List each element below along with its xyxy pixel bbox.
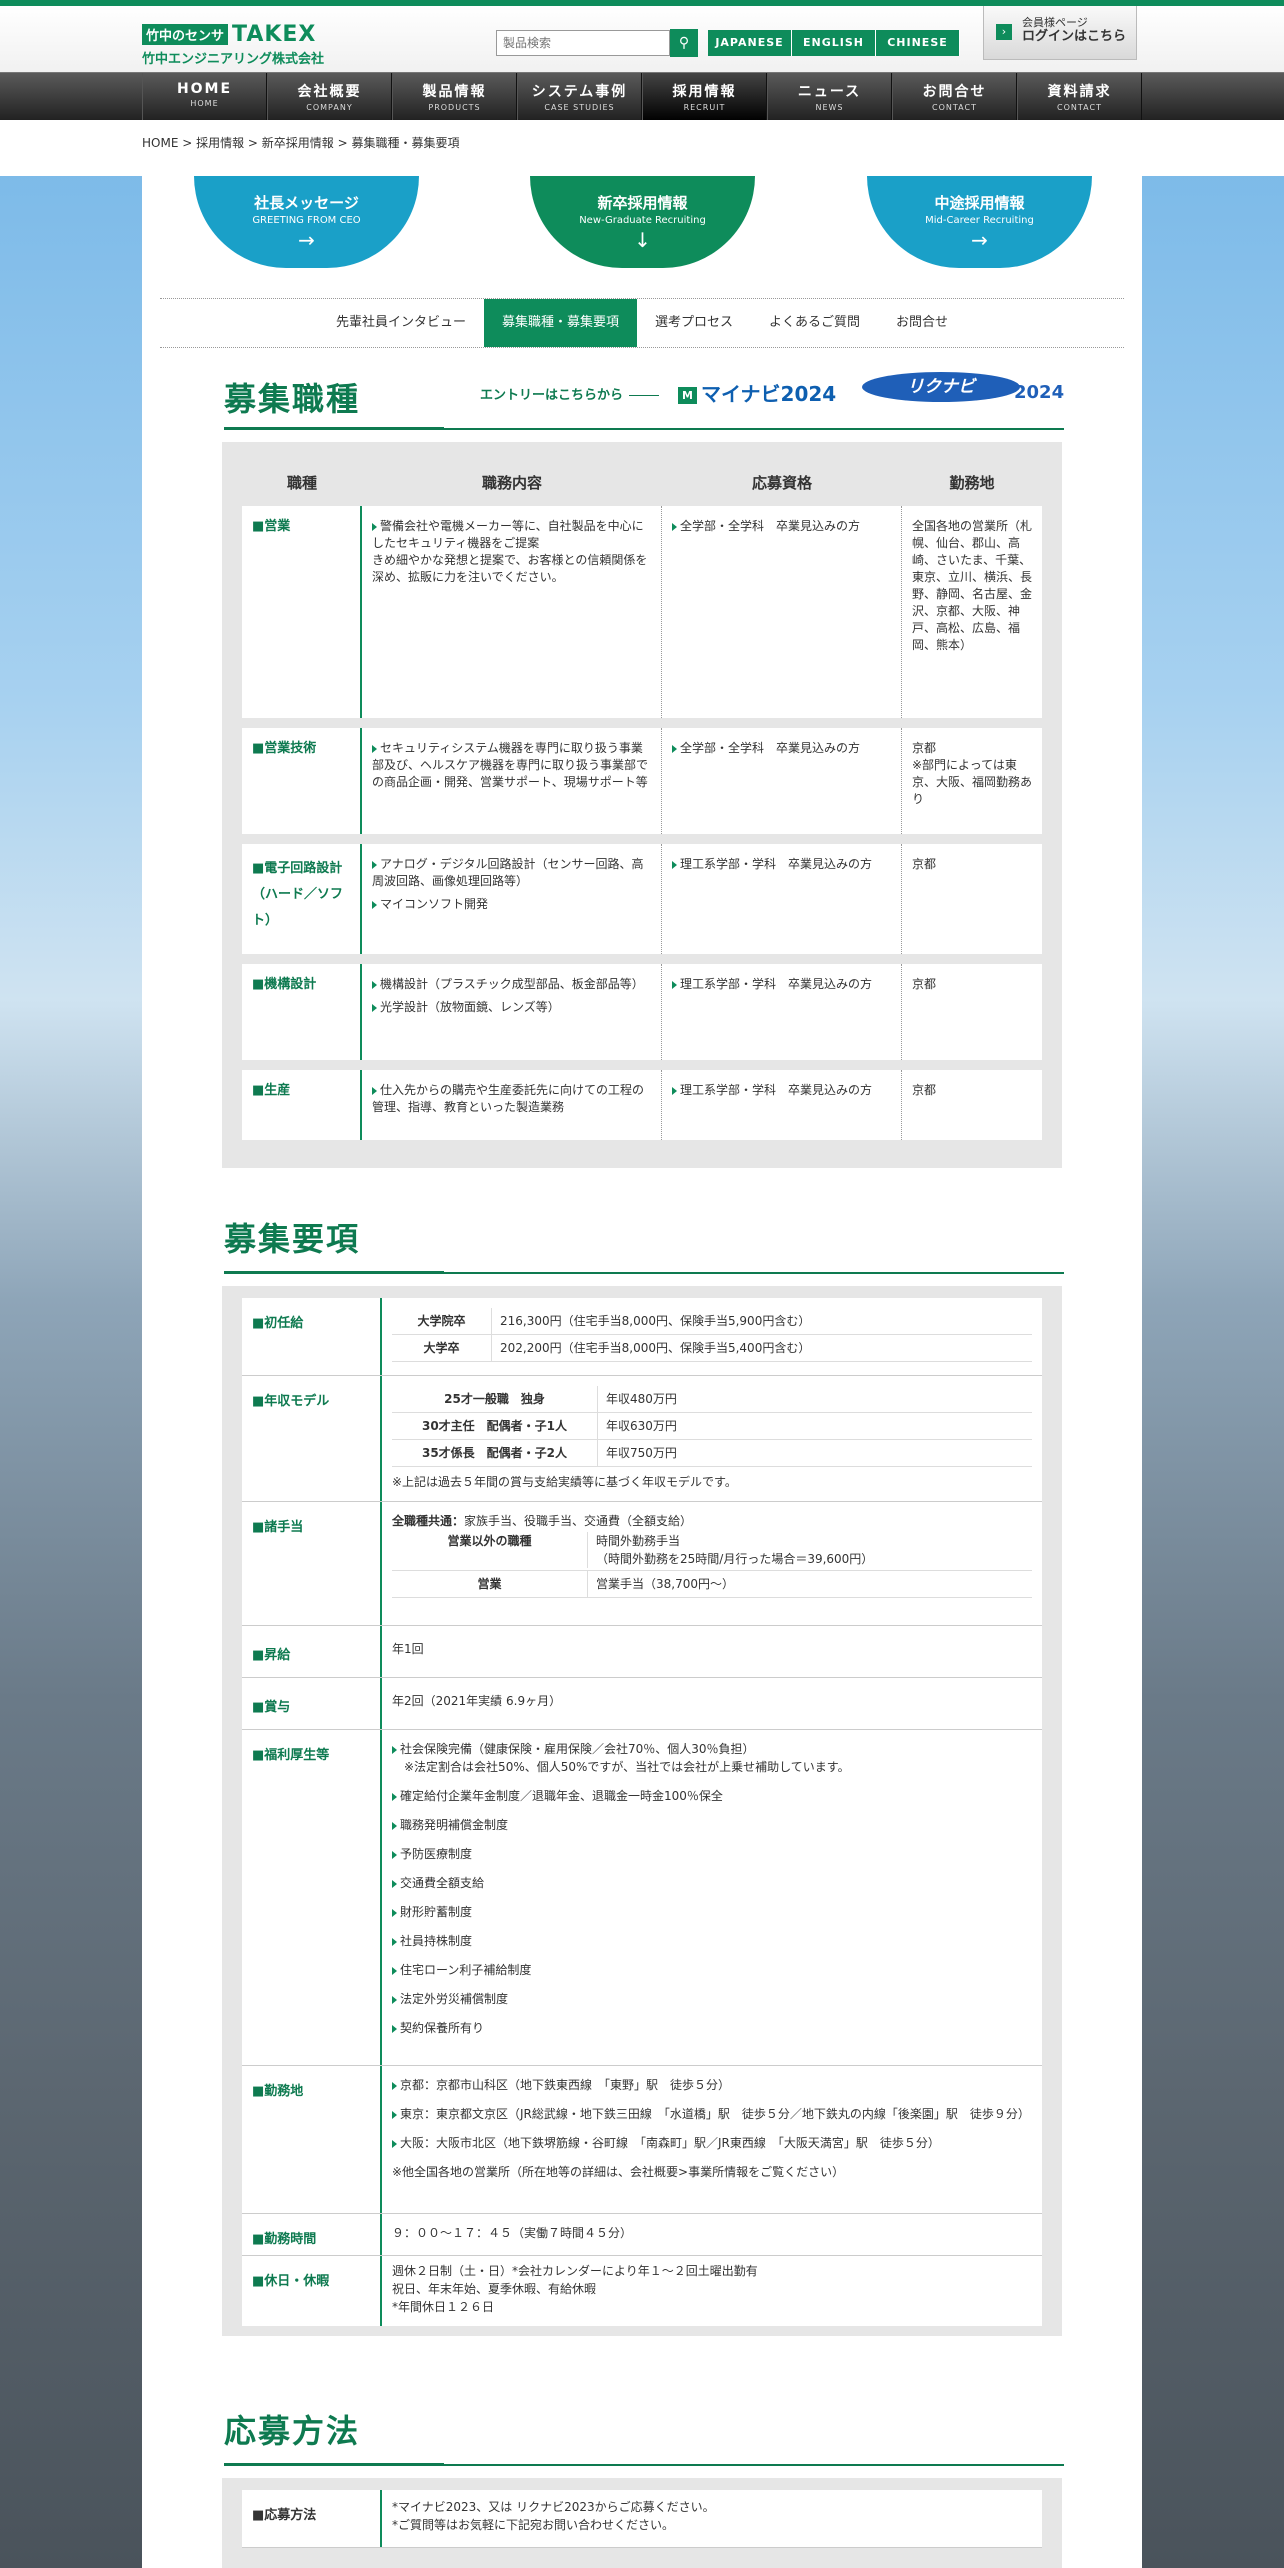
job-duties: 機構設計（プラスチック成型部品、板金部品等） 光学設計（放物面鏡、レンズ等） (362, 964, 662, 1060)
arrow-down-icon: ↓ (634, 228, 651, 252)
job-name: ■生産 (242, 1070, 362, 1140)
terms-row-hours: ■勤務時間 ９：００〜１７：４５（実働７時間４５分） (242, 2214, 1042, 2256)
logo-brand: TAKEX (232, 22, 317, 47)
arrow-right-icon (629, 395, 660, 396)
job-qualification: 全学部・全学科 卒業見込みの方 (662, 728, 902, 834)
col-header-duties: 職務内容 (481, 474, 542, 492)
recruit-subnav: 先輩社員インタビュー 募集職種・募集要項 選考プロセス よくあるご質問 お問合せ (160, 298, 1124, 348)
member-login-button[interactable]: › 会員様ページ ログインはこちら (983, 6, 1137, 60)
job-location: 京都 (912, 977, 937, 991)
apply-row: ■応募方法 *マイナビ2023、又は リクナビ2023からご応募ください。 *ご… (242, 2490, 1042, 2548)
table-row: ■生産 仕入先からの購売や生産委託先に向けての工程の管理、指導、教育といった製造… (242, 1070, 1042, 1140)
mynavi-logo-icon: M (678, 387, 697, 404)
table-row: ■営業 警備会社や電機メーカー等に、自社製品を中心にしたセキュリティ機器をご提案… (242, 506, 1042, 718)
table-row: ■機構設計 機構設計（プラスチック成型部品、板金部品等） 光学設計（放物面鏡、レン… (242, 964, 1042, 1060)
subnav-faq[interactable]: よくあるご質問 (751, 299, 878, 347)
nav-contact[interactable]: お問合せ CONTACT (892, 73, 1017, 121)
job-location: 全国各地の営業所（札幌、仙台、郡山、高崎、さいたま、千葉、東京、立川、横浜、長野… (912, 519, 1033, 652)
member-line1: 会員様ページ (1022, 16, 1088, 29)
subnav-interview[interactable]: 先輩社員インタビュー (318, 299, 484, 347)
job-duties: 仕入先からの購売や生産委託先に向けての工程の管理、指導、教育といった製造業務 (362, 1070, 662, 1140)
rikunabi-link[interactable]: リクナビ (862, 372, 1020, 402)
job-qualification: 理工系学部・学科 卒業見込みの方 (662, 844, 902, 954)
nav-company[interactable]: 会社概要 COMPANY (267, 73, 392, 121)
job-duties: アナログ・デジタル回路設計（センサー回路、高周波回路、画像処理回路等） マイコンソ… (362, 844, 662, 954)
job-name: ■電子回路設計（ハード／ソフト） (242, 844, 362, 954)
lang-chinese[interactable]: CHINESE (876, 30, 960, 56)
terms-row-allowances: ■諸手当 全職種共通：家族手当、役職手当、交通費（全額支給） 営業以外の職種 時間… (242, 1502, 1042, 1626)
lang-english[interactable]: ENGLISH (792, 30, 876, 56)
terms-table: ■初任給 大学院卒 216,300円（住宅手当8,000円、保険手当5,900円含… (222, 1286, 1062, 2336)
job-duties: 警備会社や電機メーカー等に、自社製品を中心にしたセキュリティ機器をご提案 きめ細… (362, 506, 662, 718)
search-button[interactable]: ⚲ (670, 29, 698, 57)
nav-home[interactable]: HOME HOME (142, 73, 267, 121)
heading-rule (224, 1271, 1064, 1274)
arrow-right-icon: → (971, 228, 988, 252)
apply-heading: 応募方法 (224, 2412, 361, 2450)
nav-case-studies[interactable]: システム事例 CASE STUDIES (517, 73, 642, 121)
heading-rule (224, 427, 1064, 430)
arrow-right-icon: → (298, 228, 315, 252)
job-location: 京都 (912, 857, 937, 871)
nav-news[interactable]: ニュース NEWS (767, 73, 892, 121)
nav-products[interactable]: 製品情報 PRODUCTS (392, 73, 517, 121)
company-name: 竹中エンジニアリング株式会社 (142, 52, 325, 67)
job-location: 京都 ※部門によっては東京、大阪、福岡勤務あり (912, 741, 1033, 806)
subnav-positions[interactable]: 募集職種・募集要項 (483, 299, 637, 347)
job-qualification: 理工系学部・学科 卒業見込みの方 (662, 1070, 902, 1140)
terms-row-office: ■勤務地 京都：京都市山科区（地下鉄東西線 「東野」駅 徒歩５分） 東京：東京都… (242, 2066, 1042, 2214)
search-input[interactable] (496, 30, 670, 56)
terms-row-welfare: ■福利厚生等 社会保険完備（健康保険・雇用保険／会社70％、個人30％負担） ※… (242, 1730, 1042, 2066)
chevron-right-icon: › (996, 24, 1012, 40)
global-nav: HOME HOME 会社概要 COMPANY 製品情報 PRODUCTS システム事例… (0, 72, 1284, 121)
entry-label: エントリーはこちらから (480, 384, 660, 403)
job-location: 京都 (912, 1083, 937, 1097)
subnav-contact[interactable]: お問合せ (878, 299, 966, 347)
rikunabi-year: 2024 (1014, 382, 1065, 403)
nav-request[interactable]: 資料請求 CONTACT (1017, 73, 1142, 121)
col-header-location: 勤務地 (949, 474, 995, 492)
terms-row-annual: ■年収モデル 25才一般職 独身 年収480万円 30才主任 配偶者・子1人 年収6… (242, 1376, 1042, 1502)
subnav-process[interactable]: 選考プロセス (637, 299, 751, 347)
job-qualification: 全学部・全学科 卒業見込みの方 (662, 506, 902, 718)
apply-table: ■応募方法 *マイナビ2023、又は リクナビ2023からご応募ください。 *ご… (222, 2478, 1062, 2568)
job-name: ■機構設計 (242, 964, 362, 1060)
table-row: ■電子回路設計（ハード／ソフト） アナログ・デジタル回路設計（センサー回路、高周… (242, 844, 1042, 954)
positions-table: 職種 職務内容 応募資格 勤務地 ■営業 警備会社や電機メーカー等に、自社製品を… (222, 442, 1062, 1168)
terms-heading: 募集要項 (224, 1220, 361, 1258)
terms-row-holiday: ■休日・休暇 週休２日制（土・日）*会社カレンダーにより年１〜２回土曜出勤有 祝… (242, 2256, 1042, 2326)
search-icon: ⚲ (678, 35, 690, 51)
hero-mid-career[interactable]: 中途採用情報 Mid-Career Recruiting → (867, 176, 1092, 268)
job-name: ■営業 (242, 506, 362, 718)
nav-recruit[interactable]: 採用情報 RECRUIT (642, 73, 767, 121)
mynavi-link[interactable]: M マイナビ2024 (678, 378, 836, 407)
heading-rule (224, 2463, 1064, 2466)
job-duties: セキュリティシステム機器を専門に取り扱う事業部及び、ヘルスケア機器を専門に取り扱… (362, 728, 662, 834)
hero-new-graduate[interactable]: 新卒採用情報 New-Graduate Recruiting ↓ (530, 176, 755, 268)
breadcrumb[interactable]: HOME > 採用情報 > 新卒採用情報 > 募集職種・募集要項 (142, 134, 459, 151)
col-header-position: 職種 (286, 474, 317, 492)
terms-row-salary: ■初任給 大学院卒 216,300円（住宅手当8,000円、保険手当5,900円含… (242, 1298, 1042, 1376)
job-qualification: 理工系学部・学科 卒業見込みの方 (662, 964, 902, 1060)
site-header: 竹中のセンサTAKEX 竹中エンジニアリング株式会社 ⚲ JAPANESE EN… (0, 6, 1284, 72)
lang-japanese[interactable]: JAPANESE (708, 30, 792, 56)
job-name: ■営業技術 (242, 728, 362, 834)
terms-row-raise: ■昇給 年1回 (242, 1626, 1042, 1678)
table-row: ■営業技術 セキュリティシステム機器を専門に取り扱う事業部及び、ヘルスケア機器を… (242, 728, 1042, 834)
member-line2: ログインはこちら (1022, 29, 1127, 44)
logo-badge: 竹中のセンサ (142, 24, 229, 45)
main-content: 社長メッセージ GREETING FROM CEO → 新卒採用情報 New-Grad… (142, 176, 1142, 2568)
col-header-qualification: 応募資格 (751, 474, 812, 492)
terms-row-bonus: ■賞与 年2回（2021年実績 6.9ヶ月） (242, 1678, 1042, 1730)
language-switcher: JAPANESE ENGLISH CHINESE (708, 30, 960, 56)
site-logo[interactable]: 竹中のセンサ TAKEX 竹中エンジニアリング株式会社 (142, 22, 324, 67)
positions-heading: 募集職種 (224, 380, 361, 418)
breadcrumb-bar: HOME > 採用情報 > 新卒採用情報 > 募集職種・募集要項 (0, 120, 1284, 176)
hero-ceo-message[interactable]: 社長メッセージ GREETING FROM CEO → (194, 176, 419, 268)
